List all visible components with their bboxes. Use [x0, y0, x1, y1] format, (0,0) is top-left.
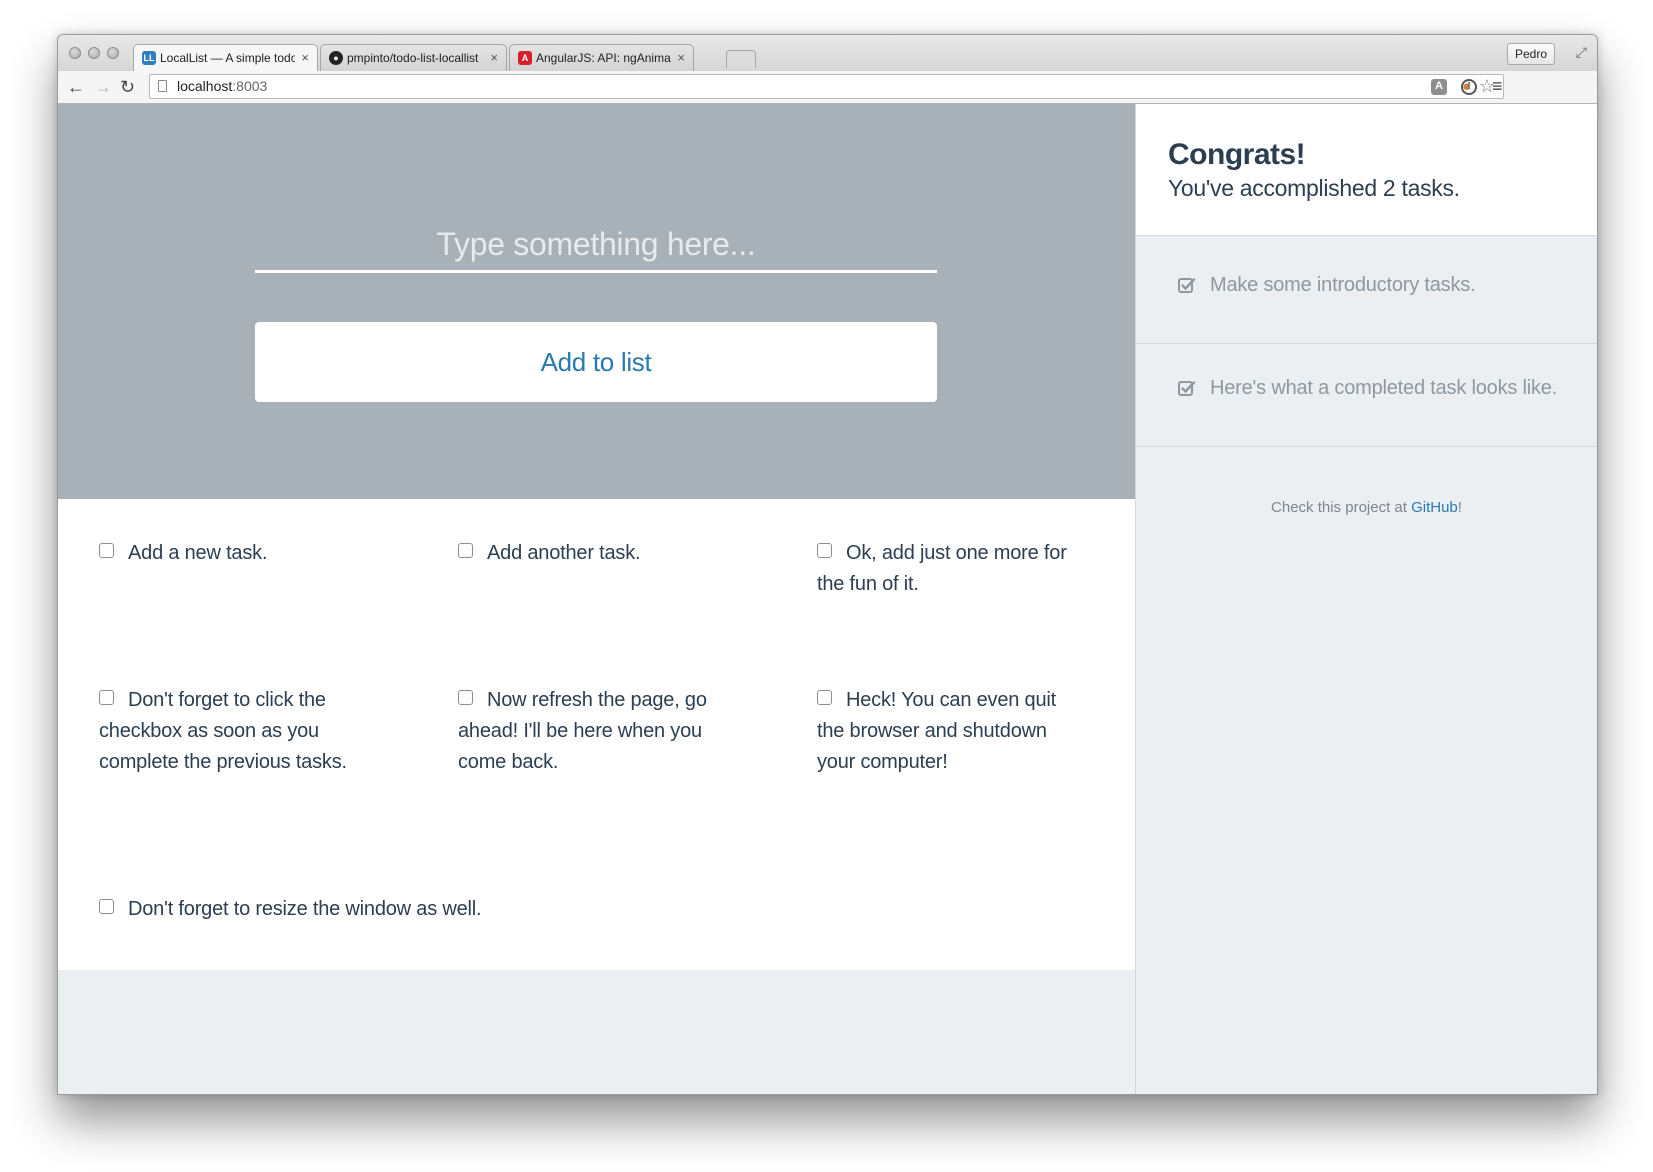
- task-checkbox[interactable]: [458, 543, 473, 558]
- task-text: Heck! You can even quit the browser and …: [817, 689, 1056, 773]
- add-to-list-button[interactable]: Add to list: [255, 322, 937, 402]
- tab-strip: LL LocalList — A simple todo × ● pmpinto…: [58, 35, 1597, 71]
- page-icon: [158, 80, 167, 92]
- task-checkbox[interactable]: [817, 543, 832, 558]
- completed-task-item[interactable]: Here's what a completed task looks like.: [1136, 339, 1597, 447]
- browser-window: LL LocalList — A simple todo × ● pmpinto…: [57, 34, 1598, 1095]
- completed-sidebar: Congrats! You've accomplished 2 tasks. M…: [1135, 104, 1597, 1094]
- reload-icon[interactable]: ↻: [120, 77, 135, 97]
- close-window-button[interactable]: [69, 47, 81, 59]
- minimize-window-button[interactable]: [88, 47, 100, 59]
- task-checkbox[interactable]: [99, 690, 114, 705]
- completed-task-text: Make some introductory tasks.: [1210, 274, 1476, 296]
- angular-icon: A: [518, 51, 532, 65]
- forward-arrow-icon[interactable]: →: [94, 77, 112, 97]
- fullscreen-icon[interactable]: ⤢: [1576, 44, 1587, 61]
- new-task-input[interactable]: [255, 219, 937, 273]
- task-list: Add a new task. Add another task. Ok, ad…: [58, 499, 1135, 970]
- credits: Check this project at GitHub!: [1136, 499, 1597, 516]
- address-bar[interactable]: localhost:8003 ● ☆: [149, 74, 1504, 99]
- page-viewport: Add to list Add a new task. Add another …: [58, 104, 1597, 1094]
- task-item: Heck! You can even quit the browser and …: [817, 685, 1077, 778]
- task-item: Add another task.: [458, 538, 758, 569]
- task-item: Ok, add just one more for the fun of it.: [817, 538, 1085, 600]
- task-text: Ok, add just one more for the fun of it.: [817, 542, 1067, 595]
- accomplished-count: You've accomplished 2 tasks.: [1168, 175, 1460, 201]
- tab-title: pmpinto/todo-list-locallist: [347, 51, 479, 65]
- credits-text: Check this project at: [1271, 499, 1412, 516]
- task-item: Don't forget to resize the window as wel…: [99, 894, 519, 925]
- task-item: Add a new task.: [99, 538, 399, 569]
- browser-toolbar: ← → ↻ localhost:8003 ● ☆ A ! ≡: [58, 71, 1597, 104]
- tab-locallist[interactable]: LL LocalList — A simple todo ×: [133, 44, 318, 71]
- task-text: Don't forget to resize the window as wel…: [128, 898, 482, 920]
- task-text: Now refresh the page, go ahead! I'll be …: [458, 689, 707, 773]
- tab-title: AngularJS: API: ngAnimate: [536, 51, 671, 65]
- tab-github[interactable]: ● pmpinto/todo-list-locallist ×: [320, 44, 507, 71]
- task-text: Add a new task.: [128, 542, 268, 564]
- credits-suffix: !: [1457, 499, 1462, 516]
- menu-icon[interactable]: ≡: [1492, 76, 1503, 96]
- task-checkbox[interactable]: [99, 899, 114, 914]
- close-tab-icon[interactable]: ×: [301, 45, 309, 71]
- task-text: Add another task.: [487, 542, 641, 564]
- task-text: Don't forget to click the checkbox as so…: [99, 689, 347, 773]
- tab-angularjs[interactable]: A AngularJS: API: ngAnimate ×: [509, 44, 694, 71]
- task-checkbox[interactable]: [99, 543, 114, 558]
- tab-title: LocalList — A simple todo: [160, 51, 295, 65]
- profile-button[interactable]: Pedro: [1506, 43, 1555, 65]
- info-extension-icon[interactable]: !: [1461, 79, 1477, 95]
- zoom-window-button[interactable]: [107, 47, 119, 59]
- back-arrow-icon[interactable]: ←: [67, 77, 85, 97]
- checked-box-icon: [1178, 381, 1196, 396]
- locallist-favicon-icon: LL: [142, 51, 156, 65]
- checked-box-icon: [1178, 278, 1196, 293]
- congrats-header: Congrats! You've accomplished 2 tasks.: [1136, 104, 1597, 236]
- new-task-hero: Add to list: [58, 104, 1135, 499]
- github-icon: ●: [329, 51, 343, 65]
- url-text: localhost:8003: [177, 78, 268, 94]
- github-link[interactable]: GitHub: [1411, 499, 1458, 516]
- new-tab-button[interactable]: [726, 50, 756, 68]
- task-item: Now refresh the page, go ahead! I'll be …: [458, 685, 748, 778]
- close-tab-icon[interactable]: ×: [490, 45, 498, 71]
- congrats-title: Congrats!: [1168, 138, 1306, 171]
- completed-task-text: Here's what a completed task looks like.: [1210, 377, 1558, 399]
- completed-task-item[interactable]: Make some introductory tasks.: [1136, 236, 1597, 344]
- task-item: Don't forget to click the checkbox as so…: [99, 685, 349, 778]
- angular-extension-icon[interactable]: A: [1431, 79, 1447, 95]
- task-checkbox[interactable]: [817, 690, 832, 705]
- close-tab-icon[interactable]: ×: [677, 45, 685, 71]
- main-area: Add to list Add a new task. Add another …: [58, 104, 1135, 1094]
- task-checkbox[interactable]: [458, 690, 473, 705]
